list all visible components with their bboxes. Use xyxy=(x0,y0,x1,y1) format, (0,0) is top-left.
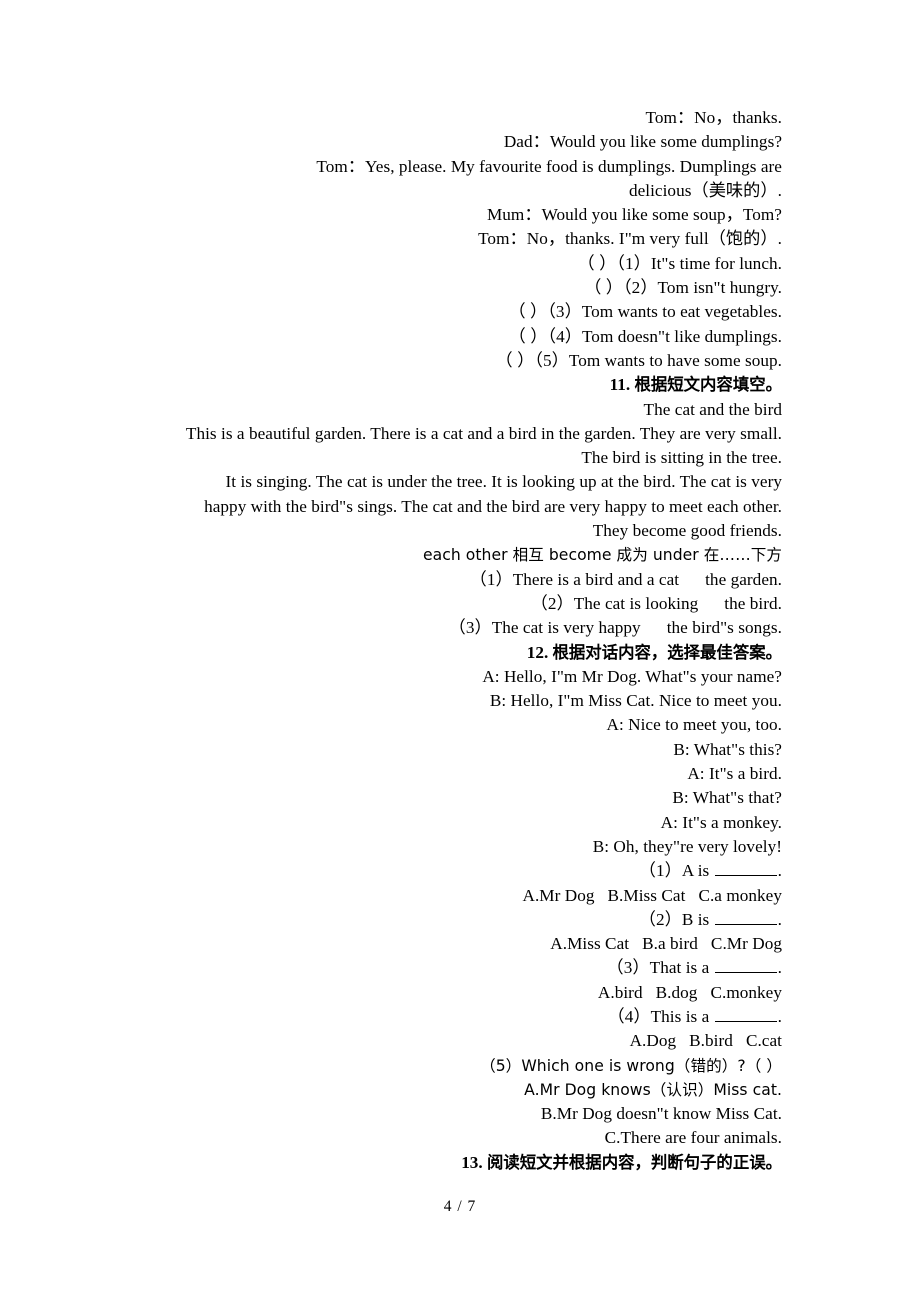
truefalse-item[interactable]: （ ）（3）Tom wants to eat vegetables. xyxy=(137,300,782,324)
worksheet-page: Tom：No，thanks. Dad：Would you like some d… xyxy=(0,0,920,1302)
passage-line: They become good friends. xyxy=(592,521,782,541)
dialogue-line: B: Oh, they"re very lovely! xyxy=(592,836,782,856)
choice-options[interactable]: A.Miss Cat B.a bird C.Mr Dog xyxy=(137,932,782,956)
dialogue-line: Tom：Yes, please. My favourite food is du… xyxy=(316,156,782,176)
dialogue-line: Dad：Would you like some dumplings? xyxy=(503,132,782,152)
fill-blank-prefix: （3）The cat is very happy xyxy=(448,618,641,638)
fill-blank-item[interactable]: （2）The cat is looking the bird. xyxy=(137,592,782,616)
section-13-title: 阅读短文并根据内容，判断句子的正误。 xyxy=(486,1152,782,1172)
choice-stem-suffix: . xyxy=(777,909,782,929)
fill-blank-suffix: the garden. xyxy=(705,569,782,589)
section-11-title: 根据短文内容填空。 xyxy=(634,375,782,395)
vocabulary-note: each other 相互 become 成为 under 在……下方 xyxy=(137,543,782,567)
choice-question-stem[interactable]: （3）That is a . xyxy=(137,956,782,980)
fill-blank-suffix: the bird"s songs. xyxy=(666,618,782,638)
dialogue-line: B: Hello, I"m Miss Cat. Nice to meet you… xyxy=(489,691,782,711)
choice-option[interactable]: C.There are four animals. xyxy=(137,1126,782,1150)
choice-options[interactable]: A.Mr Dog B.Miss Cat C.a monkey xyxy=(137,884,782,908)
dialogue-line: delicious（美味的）. xyxy=(628,180,782,200)
choice-option-text: A.Mr Dog knows（认识）Miss cat. xyxy=(524,1080,782,1099)
dialogue-line: Tom：No，thanks. xyxy=(645,108,782,127)
fill-blank-item[interactable]: （3）The cat is very happy the bird"s songs… xyxy=(137,616,782,640)
fill-blank-item[interactable]: （1）There is a bird and a cat the garden. xyxy=(137,568,782,592)
section-13-heading: 13. 阅读短文并根据内容，判断句子的正误。 xyxy=(137,1151,782,1175)
truefalse-item[interactable]: （ ）（5）Tom wants to have some soup. xyxy=(137,349,782,373)
dialogue-line: Tom：No，thanks. I"m very full（饱的）. xyxy=(478,229,782,249)
dialogue-line: A: It"s a bird. xyxy=(687,764,782,784)
section-12-number: 12. xyxy=(526,642,549,662)
answer-blank[interactable] xyxy=(714,909,777,925)
section-12-title: 根据对话内容，选择最佳答案。 xyxy=(552,642,782,662)
fill-blank-prefix: （2）The cat is looking xyxy=(530,593,699,613)
choice-stem-suffix: . xyxy=(777,1006,782,1026)
page-footer: 4 / 7 xyxy=(443,1198,477,1215)
fill-blank-prefix: （1）There is a bird and a cat xyxy=(469,569,680,589)
section-13-number: 13. xyxy=(461,1152,483,1172)
choice-option[interactable]: B.Mr Dog doesn"t know Miss Cat. xyxy=(137,1102,782,1126)
passage-line: The bird is sitting in the tree. xyxy=(581,448,782,468)
passage-line: It is singing. The cat is under the tree… xyxy=(225,472,782,492)
dialogue-line: B: What"s this? xyxy=(673,739,782,759)
choice-question-stem[interactable]: （5）Which one is wrong（错的）?（ ） xyxy=(137,1054,782,1078)
choice-question-stem[interactable]: （2）B is . xyxy=(137,908,782,932)
dialogue-line: B: What"s that? xyxy=(672,788,782,808)
dialogue-line: A: Nice to meet you, too. xyxy=(606,715,782,735)
choice-question-stem[interactable]: （1）A is . xyxy=(137,859,782,883)
document-content: Tom：No，thanks. Dad：Would you like some d… xyxy=(137,106,782,1175)
choice-stem-prefix: （3）That is a xyxy=(606,958,714,978)
section-11-number: 11. xyxy=(609,375,631,395)
choice-stem-prefix: （4）This is a xyxy=(607,1006,714,1026)
dialogue-line: A: Hello, I"m Mr Dog. What"s your name? xyxy=(482,666,782,686)
choice-stem-suffix: . xyxy=(777,861,782,881)
truefalse-item[interactable]: （ ）（1）It"s time for lunch. xyxy=(137,252,782,276)
answer-blank[interactable] xyxy=(714,958,777,974)
section-12-heading: 12. 根据对话内容，选择最佳答案。 xyxy=(137,641,782,665)
answer-blank[interactable] xyxy=(714,861,777,877)
passage-title: The cat and the bird xyxy=(643,399,782,419)
fill-blank-suffix: the bird. xyxy=(724,593,782,613)
passage-line: This is a beautiful garden. There is a c… xyxy=(185,423,782,443)
vocabulary-text: each other 相互 become 成为 under 在……下方 xyxy=(422,546,782,565)
answer-blank[interactable] xyxy=(714,1006,777,1022)
choice-question-stem[interactable]: （4）This is a . xyxy=(137,1005,782,1029)
choice-stem-prefix: （2）B is xyxy=(638,909,714,929)
dialogue-line: A: It"s a monkey. xyxy=(660,812,782,832)
truefalse-item[interactable]: （ ）（4）Tom doesn"t like dumplings. xyxy=(137,325,782,349)
choice-stem-prefix: （1）A is xyxy=(638,861,714,881)
truefalse-item[interactable]: （ ）（2）Tom isn"t hungry. xyxy=(137,276,782,300)
choice-options[interactable]: A.bird B.dog C.monkey xyxy=(137,981,782,1005)
choice-option[interactable]: A.Mr Dog knows（认识）Miss cat. xyxy=(137,1078,782,1102)
choice-stem-suffix: . xyxy=(777,958,782,978)
choice-options[interactable]: A.Dog B.bird C.cat xyxy=(137,1029,782,1053)
section-11-heading: 11. 根据短文内容填空。 xyxy=(137,373,782,397)
passage-line: happy with the bird"s sings. The cat and… xyxy=(204,496,782,516)
dialogue-line: Mum：Would you like some soup，Tom? xyxy=(486,205,782,225)
choice-stem-text: （5）Which one is wrong（错的）?（ ） xyxy=(480,1056,782,1075)
